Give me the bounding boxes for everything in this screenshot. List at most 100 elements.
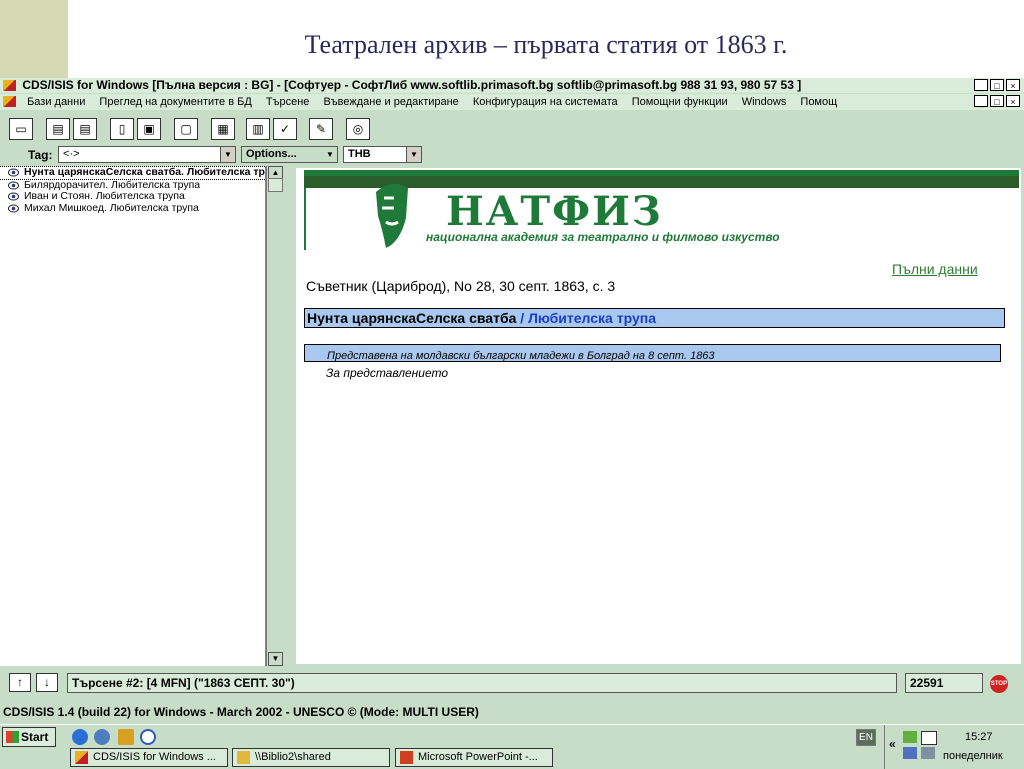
app-status-bar: CDS/ISIS 1.4 (build 22) for Windows - Ma… xyxy=(0,702,1024,722)
menu-help[interactable]: Помощ xyxy=(800,94,837,110)
chevron-down-icon[interactable]: ▼ xyxy=(220,147,235,162)
chevron-down-icon[interactable]: ▼ xyxy=(406,147,421,162)
app-icon xyxy=(3,80,16,91)
arrow-up-icon[interactable]: ↑ xyxy=(9,673,31,692)
close-button[interactable]: × xyxy=(1006,79,1020,91)
minimize-button[interactable]: _ xyxy=(974,79,988,91)
full-data-link[interactable]: Пълни данни xyxy=(892,261,978,277)
options-dropdown[interactable]: Options... ▼ xyxy=(241,146,338,163)
menu-bar: Бази данни Преглед на документите в БД Т… xyxy=(0,94,1024,110)
options-bar: Tag: <·> ▼ Options... ▼ THB ▼ xyxy=(0,144,1024,164)
database-select[interactable]: THB ▼ xyxy=(343,146,422,163)
window-title: CDS/ISIS for Windows [Пълна версия : BG]… xyxy=(22,78,802,92)
record-list: Нунта царянскаСелска сватба. Любителска … xyxy=(0,166,266,666)
list-item[interactable]: Иван и Стоян. Любителска трупа xyxy=(0,191,265,203)
outlook-express-icon[interactable] xyxy=(94,729,110,745)
printer-icon[interactable]: ▦ xyxy=(211,118,235,140)
menu-edit[interactable]: Въвеждане и редактиране xyxy=(323,94,458,110)
record-title: Нунта царянскаСелска сватба xyxy=(307,310,517,326)
slide-accent-block xyxy=(0,0,68,78)
start-label: Start xyxy=(21,730,49,744)
slide-title: Театрален архив – първата статия от 1863… xyxy=(304,30,788,59)
tray-v2-icon[interactable] xyxy=(921,731,937,745)
eye-icon xyxy=(8,192,19,201)
lightbulb-icon[interactable]: ◎ xyxy=(346,118,370,140)
tag-label: Tag: xyxy=(28,148,53,162)
navigation-bar: ↑ ↓ Търсене #2: [4 MFN] ("1863 СЕПТ. 30"… xyxy=(0,668,1024,693)
database-value: THB xyxy=(348,148,371,160)
cdsisis-task-icon xyxy=(75,751,88,764)
clock-day: понеделник xyxy=(943,750,1003,762)
options-label: Options... xyxy=(246,148,297,160)
menu-databases[interactable]: Бази данни xyxy=(27,94,85,110)
language-indicator[interactable]: EN xyxy=(856,729,876,746)
export-rtf-icon[interactable]: ▤ xyxy=(73,118,97,140)
natfiz-subtitle: национална академия за театрално и филмо… xyxy=(426,230,780,244)
tray-security-icon[interactable] xyxy=(903,731,917,743)
folder-icon xyxy=(237,751,250,764)
print-text-icon[interactable]: ▤ xyxy=(46,118,70,140)
record-author: Любителска трупа xyxy=(528,310,656,326)
eye-icon xyxy=(8,168,19,177)
edit-pencil-icon[interactable]: ✎ xyxy=(309,118,333,140)
doc-restore-button[interactable]: □ xyxy=(990,95,1004,107)
natfiz-logo: НАТФИЗ xyxy=(446,188,663,235)
media-player-icon[interactable] xyxy=(140,729,156,745)
chevron-down-icon[interactable]: ▼ xyxy=(323,147,337,162)
stop-icon[interactable]: STOP xyxy=(990,675,1008,693)
tray-volume-icon[interactable] xyxy=(921,747,935,759)
taskbar: Start CDS/ISIS for Windows ... \\Biblio2… xyxy=(0,724,1024,769)
header-left-rule xyxy=(304,188,306,250)
record-note-row: Представена на молдавски български младе… xyxy=(304,344,1001,362)
task-powerpoint[interactable]: Microsoft PowerPoint -... xyxy=(395,748,553,767)
tray-network-icon[interactable] xyxy=(903,747,917,759)
search-status: Търсене #2: [4 MFN] ("1863 СЕПТ. 30") xyxy=(67,673,897,693)
tag-select-value: <·> xyxy=(63,148,80,160)
tools-icon[interactable]: ✓ xyxy=(273,118,297,140)
clipboard-icon[interactable]: ▯ xyxy=(110,118,134,140)
menu-windows[interactable]: Windows xyxy=(742,94,787,110)
mfn-field[interactable]: 22591 xyxy=(905,673,983,693)
system-tray: « 15:27 понеделник xyxy=(884,725,1024,769)
menu-config[interactable]: Конфигурация на системата xyxy=(473,94,618,110)
start-button[interactable]: Start xyxy=(2,727,56,747)
copy-icon[interactable]: ▣ xyxy=(137,118,161,140)
scroll-down-icon[interactable]: ▼ xyxy=(268,652,283,666)
powerpoint-icon xyxy=(400,751,413,764)
eye-icon xyxy=(8,181,19,189)
record-display: НАТФИЗ национална академия за театрално … xyxy=(296,168,1021,664)
scroll-thumb[interactable] xyxy=(268,178,283,192)
title-separator: / xyxy=(516,310,529,326)
window-titlebar: CDS/ISIS for Windows [Пълна версия : BG]… xyxy=(0,78,1024,93)
list-item[interactable]: Михал Мишкоед. Любителска трупа xyxy=(0,203,265,215)
menu-utilities[interactable]: Помощни функции xyxy=(632,94,728,110)
internet-explorer-icon[interactable] xyxy=(72,729,88,745)
arrow-down-icon[interactable]: ↓ xyxy=(36,673,58,692)
doc-minimize-button[interactable]: _ xyxy=(974,95,988,107)
list-item[interactable]: Нунта царянскаСелска сватба. Любителска … xyxy=(0,166,265,180)
record-about: За представлението xyxy=(326,366,449,380)
list-item[interactable]: Билярдорачител. Любителска трупа xyxy=(0,180,265,192)
restore-button[interactable]: □ xyxy=(990,79,1004,91)
tray-expand-icon[interactable]: « xyxy=(889,737,896,751)
eye-icon xyxy=(8,204,19,212)
pane-splitter[interactable] xyxy=(285,166,295,666)
preview-icon[interactable]: ▢ xyxy=(174,118,198,140)
task-explorer[interactable]: \\Biblio2\shared xyxy=(232,748,390,767)
task-cdsisis[interactable]: CDS/ISIS for Windows ... xyxy=(70,748,228,767)
tag-select[interactable]: <·> ▼ xyxy=(58,146,236,163)
window-controls: _ □ × xyxy=(974,79,1020,91)
doc-close-button[interactable]: × xyxy=(1006,95,1020,107)
menu-search[interactable]: Търсене xyxy=(266,94,310,110)
list-scrollbar[interactable]: ▲ ▼ xyxy=(266,166,285,666)
toolbar: ▭ ▤ ▤ ▯ ▣ ▢ ▦ ▥ ✓ ✎ ◎ xyxy=(0,114,1024,144)
record-title-row: Нунта царянскаСелска сватба / Любителска… xyxy=(304,308,1005,328)
natfiz-mask-logo-icon xyxy=(376,183,408,248)
doc-icon xyxy=(3,96,16,107)
doc-window-controls: _ □ × xyxy=(974,95,1020,107)
menu-browse[interactable]: Преглед на документите в БД xyxy=(99,94,251,110)
open-folder-icon[interactable]: ▭ xyxy=(9,118,33,140)
form-icon[interactable]: ▥ xyxy=(246,118,270,140)
quicklaunch-tool-icon[interactable] xyxy=(118,729,134,745)
clock-time[interactable]: 15:27 xyxy=(965,731,993,743)
